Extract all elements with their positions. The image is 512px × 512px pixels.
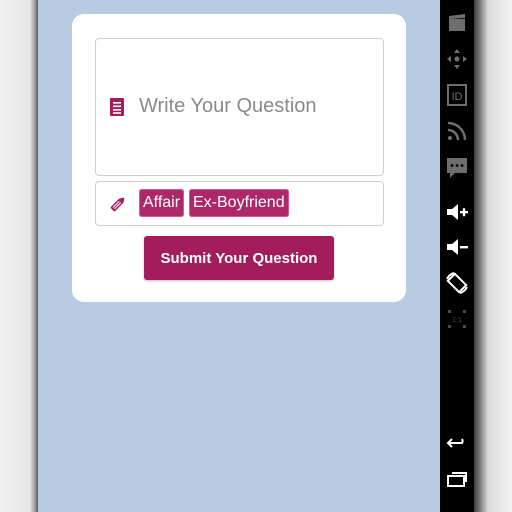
id-icon[interactable]: ID bbox=[444, 82, 470, 108]
volume-up-icon[interactable] bbox=[444, 199, 470, 225]
clapperboard-icon[interactable] bbox=[444, 10, 470, 36]
rss-icon[interactable] bbox=[444, 118, 470, 144]
scale-icon[interactable]: 1:1 bbox=[444, 306, 470, 332]
message-icon[interactable] bbox=[444, 154, 470, 180]
device-bezel-left bbox=[0, 0, 38, 512]
dpad-icon[interactable] bbox=[444, 46, 470, 72]
question-input[interactable]: Write Your Question bbox=[95, 38, 384, 176]
question-card: Write Your Question Affair Ex-Boyfriend … bbox=[72, 14, 406, 302]
tag-chip[interactable]: Ex-Boyfriend bbox=[189, 189, 289, 217]
document-icon bbox=[110, 98, 124, 116]
question-placeholder: Write Your Question bbox=[139, 95, 317, 117]
app-screen: Write Your Question Affair Ex-Boyfriend … bbox=[38, 0, 440, 512]
submit-question-button[interactable]: Submit Your Question bbox=[144, 236, 334, 280]
tags-input[interactable]: Affair Ex-Boyfriend bbox=[95, 181, 384, 226]
emulator-toolbar: ID 1:1 bbox=[440, 0, 474, 512]
rotate-icon[interactable] bbox=[444, 270, 470, 296]
svg-text:ID: ID bbox=[452, 91, 463, 103]
back-icon[interactable] bbox=[444, 430, 470, 456]
pencil-icon bbox=[110, 197, 125, 212]
svg-text:1:1: 1:1 bbox=[452, 317, 462, 324]
recent-apps-icon[interactable] bbox=[444, 466, 470, 492]
device-bezel-right bbox=[474, 0, 512, 512]
tag-chip[interactable]: Affair bbox=[139, 189, 185, 217]
volume-down-icon[interactable] bbox=[444, 234, 470, 260]
